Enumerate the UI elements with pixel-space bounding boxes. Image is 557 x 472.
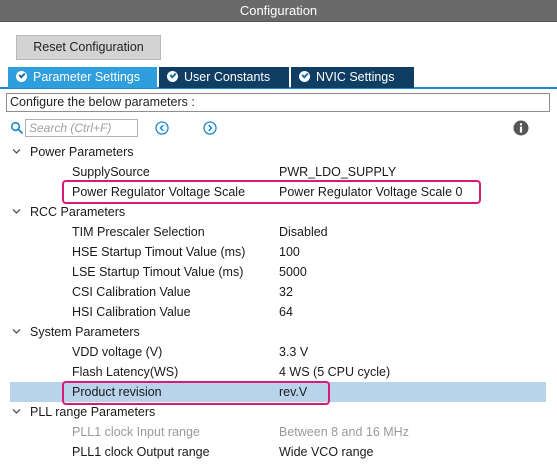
param-name: PLL1 clock Output range [72,445,210,459]
tab-parameter-settings[interactable]: Parameter Settings [8,67,157,88]
tab-label: NVIC Settings [316,70,395,84]
param-name: PLL1 clock Input range [72,425,200,439]
group-pll-range-parameters[interactable]: PLL range Parameters [0,402,557,422]
param-name: CSI Calibration Value [72,285,191,299]
param-value[interactable]: 32 [279,282,293,302]
check-circle-icon [16,71,27,82]
param-row-hsi-calibration[interactable]: HSI Calibration Value 64 [0,302,557,322]
param-value: Between 8 and 16 MHz [279,425,409,439]
param-row-hse-startup[interactable]: HSE Startup Timout Value (ms) 100 [0,242,557,262]
group-label: PLL range Parameters [30,405,156,419]
param-row-lse-startup[interactable]: LSE Startup Timout Value (ms) 5000 [0,262,557,282]
group-label: System Parameters [30,325,140,339]
tab-label: User Constants [184,70,271,84]
tab-user-constants[interactable]: User Constants [159,67,289,88]
search-input-box[interactable] [25,119,138,137]
param-row-csi-calibration[interactable]: CSI Calibration Value 32 [0,282,557,302]
param-value[interactable]: Wide VCO range [279,442,373,462]
param-name: TIM Prescaler Selection [72,225,205,239]
search-input[interactable] [26,120,137,136]
param-row-flash-latency[interactable]: Flash Latency(WS) 4 WS (5 CPU cycle) [0,362,557,382]
param-value[interactable]: 3.3 V [279,342,308,362]
group-label: RCC Parameters [30,205,126,219]
param-name: HSI Calibration Value [72,305,191,319]
chevron-down-icon[interactable] [12,208,21,215]
search-icon[interactable] [10,121,24,135]
param-value[interactable]: 100 [279,242,300,262]
param-value[interactable]: 4 WS (5 CPU cycle) [279,362,390,382]
group-power-parameters[interactable]: Power Parameters [0,142,557,162]
param-value[interactable]: 64 [279,302,293,322]
chevron-down-icon[interactable] [12,148,21,155]
param-name: SupplySource [72,165,150,179]
group-rcc-parameters[interactable]: RCC Parameters [0,202,557,222]
param-row-pll1-output-range[interactable]: PLL1 clock Output range Wide VCO range [0,442,557,462]
reset-configuration-button[interactable]: Reset Configuration [16,35,161,60]
param-row-pll1-input-range: PLL1 clock Input range Between 8 and 16 … [0,422,557,442]
param-row-tim-prescaler[interactable]: TIM Prescaler Selection Disabled [0,222,557,242]
param-row-vdd-voltage[interactable]: VDD voltage (V) 3.3 V [0,342,557,362]
configure-instruction: Configure the below parameters : [6,93,550,112]
tab-bar: Parameter Settings User Constants NVIC S… [0,67,557,89]
chevron-down-icon[interactable] [12,328,21,335]
param-name: HSE Startup Timout Value (ms) [72,245,246,259]
param-name: LSE Startup Timout Value (ms) [72,265,244,279]
group-system-parameters[interactable]: System Parameters [0,322,557,342]
highlight-box-voltage-scale [62,180,481,204]
tab-nvic-settings[interactable]: NVIC Settings [291,67,414,88]
param-name: VDD voltage (V) [72,345,163,359]
check-circle-icon [167,71,178,82]
tab-label: Parameter Settings [33,70,140,84]
param-value[interactable]: PWR_LDO_SUPPLY [279,162,396,182]
check-circle-icon [299,71,310,82]
chevron-left-circle-icon[interactable] [155,121,169,135]
param-row-supply-source[interactable]: SupplySource PWR_LDO_SUPPLY [0,162,557,182]
chevron-down-icon[interactable] [12,408,21,415]
param-name: Flash Latency(WS) [72,365,179,379]
highlight-box-product-revision [62,381,330,405]
chevron-right-circle-icon[interactable] [203,121,217,135]
group-label: Power Parameters [30,145,134,159]
info-icon[interactable] [513,120,529,136]
param-value[interactable]: Disabled [279,222,328,242]
window-title: Configuration [0,0,557,22]
param-value[interactable]: 5000 [279,262,307,282]
